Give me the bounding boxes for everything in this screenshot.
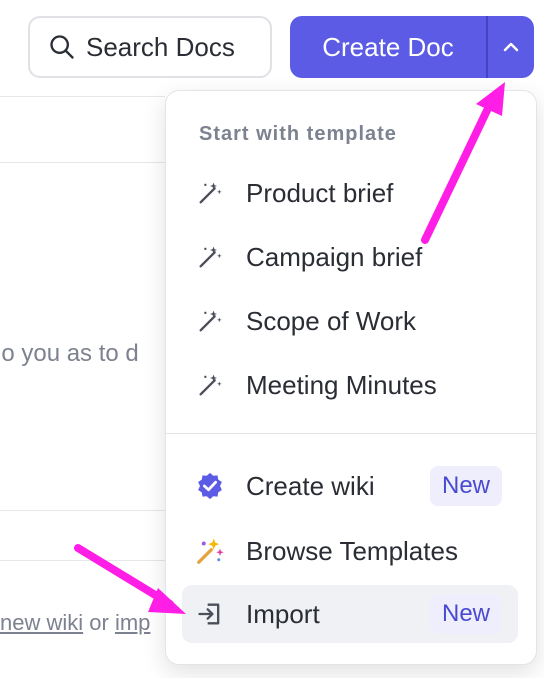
template-label: Meeting Minutes (246, 369, 437, 400)
divider (0, 96, 165, 97)
create-doc-button[interactable]: Create Doc (290, 16, 486, 78)
background-text: lo you as to d (0, 340, 139, 367)
menu-divider (166, 433, 536, 434)
or-text: or (89, 610, 109, 635)
divider (0, 162, 165, 163)
search-icon (50, 35, 74, 59)
chevron-up-icon (503, 42, 519, 52)
create-doc-split-button: Create Doc (290, 16, 534, 78)
template-label: Scope of Work (246, 305, 417, 336)
create-wiki-label: Create wiki (246, 470, 375, 501)
import-item[interactable]: Import New (182, 585, 518, 643)
template-campaign-brief[interactable]: Campaign brief (182, 228, 518, 286)
magic-wand-icon (194, 305, 226, 337)
divider (0, 560, 165, 561)
import-icon (194, 598, 226, 630)
magic-wand-icon (194, 177, 226, 209)
magic-wand-icon (194, 369, 226, 401)
template-scope-of-work[interactable]: Scope of Work (182, 292, 518, 350)
create-doc-menu: Start with template Product brief Campai… (165, 90, 537, 665)
template-label: Campaign brief (246, 241, 423, 272)
browse-templates-label: Browse Templates (246, 535, 458, 566)
template-label: Product brief (246, 177, 394, 208)
divider (0, 510, 165, 511)
create-doc-label: Create Doc (322, 31, 454, 62)
magic-wand-icon (194, 241, 226, 273)
create-wiki-item[interactable]: Create wiki New (182, 457, 518, 515)
new-badge: New (429, 594, 502, 634)
create-doc-dropdown-toggle[interactable] (488, 16, 534, 78)
search-docs-label: Search Docs (86, 31, 235, 62)
new-badge: New (429, 466, 502, 506)
search-docs-button[interactable]: Search Docs (28, 16, 272, 78)
import-label: Import (246, 598, 320, 629)
menu-heading: Start with template (199, 123, 397, 145)
verified-badge-icon (194, 470, 226, 502)
sparkle-wand-icon (194, 535, 226, 567)
background-links: new wiki or imp (0, 610, 150, 636)
template-meeting-minutes[interactable]: Meeting Minutes (182, 356, 518, 414)
import-link[interactable]: imp (115, 610, 150, 635)
new-wiki-link[interactable]: new wiki (0, 610, 83, 635)
browse-templates-item[interactable]: Browse Templates (182, 522, 518, 580)
template-product-brief[interactable]: Product brief (182, 164, 518, 222)
